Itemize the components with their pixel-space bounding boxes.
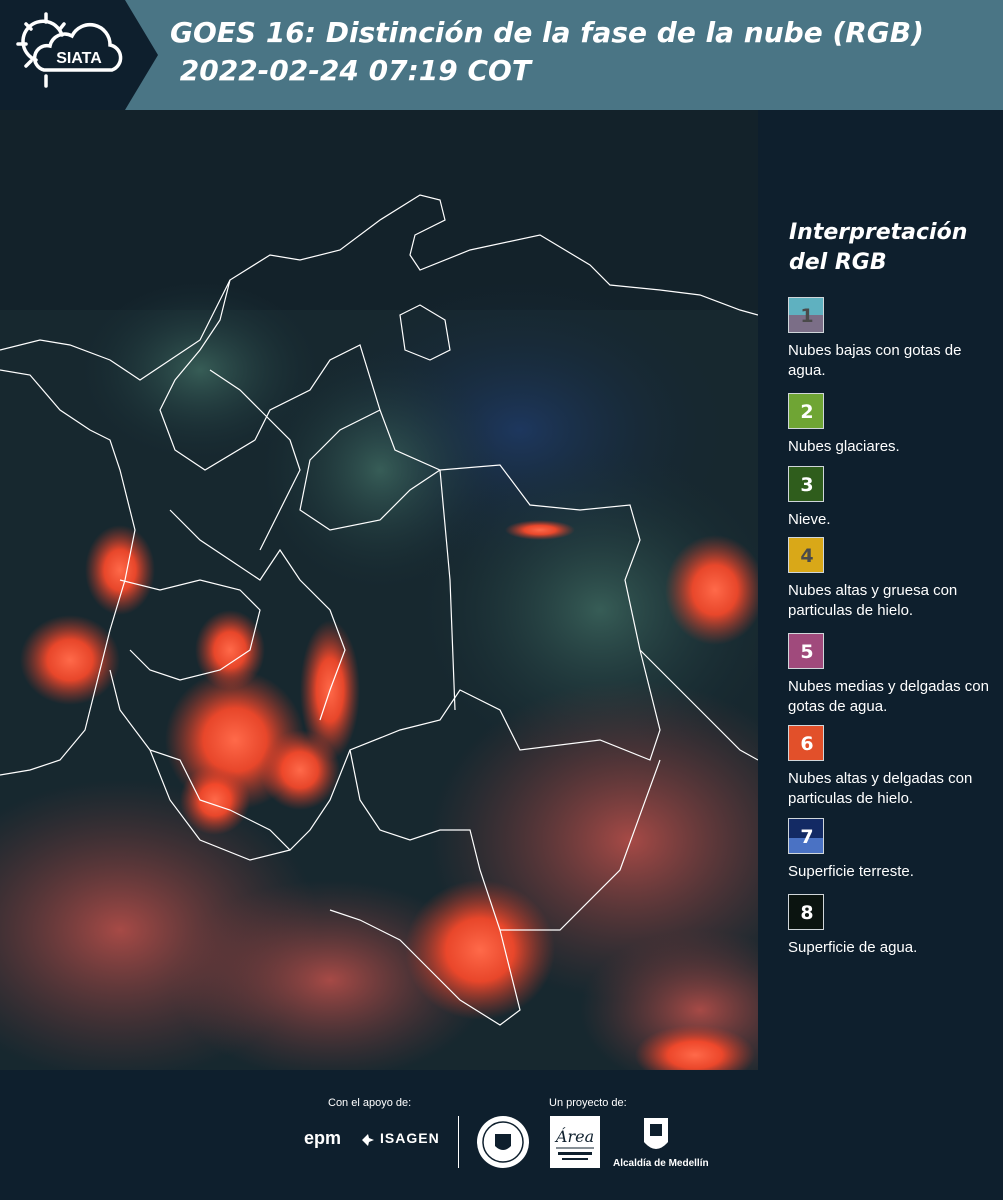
- header-bar: SIATA GOES 16: Distinción de la fase de …: [0, 0, 1003, 110]
- legend-label: Nubes medias y delgadas con gotas de agu…: [788, 678, 989, 715]
- legend-title: Interpretación del RGB: [789, 220, 968, 275]
- isagen-logo: ISAGEN: [380, 1130, 440, 1146]
- footer-divider: [458, 1116, 459, 1168]
- legend-swatch: 7: [788, 818, 824, 854]
- alcaldia-label: Alcaldía de Medellín: [613, 1158, 709, 1169]
- area-metropolitana-logo: Área: [550, 1116, 600, 1168]
- legend-number: 2: [800, 401, 814, 423]
- legend-number: 4: [800, 545, 814, 567]
- legend-item: 2 Nubes glaciares.: [788, 393, 998, 457]
- legend-item: 6 Nubes altas y delgadas con particulas …: [788, 725, 998, 809]
- svg-text:Área: Área: [554, 1126, 594, 1146]
- satellite-image: [0, 110, 758, 1070]
- legend-number: 3: [800, 474, 814, 496]
- legend-swatch: 6: [788, 725, 824, 761]
- legend-item: 3 Nieve.: [788, 466, 998, 530]
- satellite-map: [0, 110, 758, 1070]
- legend-item: 8 Superficie de agua.: [788, 894, 998, 958]
- legend-panel: Interpretación del RGB 1 Nubes bajas con…: [758, 110, 1003, 1070]
- legend-swatch: 1: [788, 297, 824, 333]
- legend-label: Superficie de agua.: [788, 939, 918, 956]
- siata-logo: SIATA: [0, 0, 158, 110]
- legend-swatch: 4: [788, 537, 824, 573]
- legend-swatch: 8: [788, 894, 824, 930]
- legend-number: 8: [800, 902, 814, 924]
- alcaldia-shield-icon: [644, 1118, 668, 1149]
- seal-logo: [477, 1116, 529, 1168]
- legend-label: Nubes altas y gruesa con particulas de h…: [788, 582, 958, 619]
- isagen-icon: [362, 1134, 374, 1146]
- legend-swatch: 3: [788, 466, 824, 502]
- legend-item: 7 Superficie terreste.: [788, 818, 998, 882]
- logo-text: SIATA: [56, 50, 102, 67]
- legend-item: 1 Nubes bajas con gotas de agua.: [788, 297, 998, 381]
- page: SIATA GOES 16: Distinción de la fase de …: [0, 0, 1003, 1200]
- epm-logo: epm: [304, 1128, 342, 1148]
- legend-item: 4 Nubes altas y gruesa con particulas de…: [788, 537, 998, 621]
- legend-label: Nubes glaciares.: [788, 438, 900, 455]
- legend-label: Nieve.: [788, 511, 831, 528]
- project-label: Un proyecto de:: [549, 1097, 627, 1109]
- legend-number: 5: [800, 641, 814, 663]
- legend-swatch: 5: [788, 633, 824, 669]
- legend-label: Nubes bajas con gotas de agua.: [788, 342, 962, 379]
- legend-number: 7: [800, 826, 814, 848]
- legend-label: Nubes altas y delgadas con particulas de…: [788, 770, 973, 807]
- legend-item: 5 Nubes medias y delgadas con gotas de a…: [788, 633, 998, 717]
- page-title: GOES 16: Distinción de la fase de la nub…: [170, 16, 924, 87]
- legend-swatch: 2: [788, 393, 824, 429]
- legend-label: Superficie terreste.: [788, 863, 914, 880]
- legend-number: 6: [800, 733, 814, 755]
- footer: Con el apoyo de: Un proyecto de: epm ISA…: [0, 1070, 1003, 1200]
- legend-number: 1: [800, 305, 814, 327]
- support-label: Con el apoyo de:: [328, 1097, 412, 1109]
